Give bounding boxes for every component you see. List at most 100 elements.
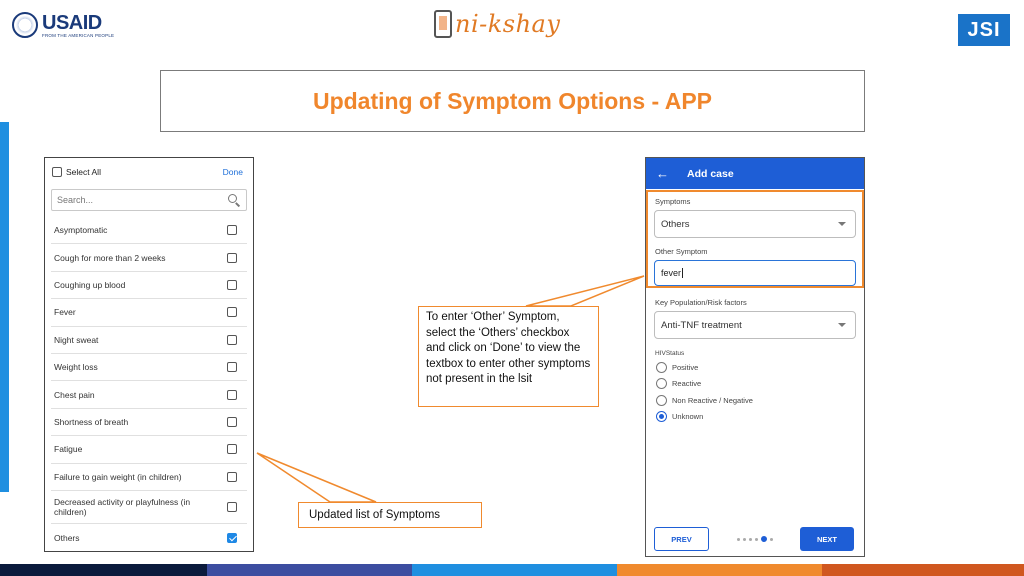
symptom-checkbox[interactable] [227, 307, 237, 318]
prev-button[interactable]: PREV [654, 527, 709, 551]
symptom-list-item[interactable]: Fever [51, 299, 247, 327]
symptom-checkbox[interactable] [227, 279, 237, 290]
slide-title: Updating of Symptom Options - APP [312, 87, 713, 114]
key-population-select-value: Anti-TNF treatment [661, 319, 742, 331]
symptom-label: Fatigue [54, 444, 83, 455]
usaid-tagline: FROM THE AMERICAN PEOPLE [42, 32, 115, 38]
other-symptom-label: Other Symptom [655, 247, 708, 256]
symptom-list-item[interactable]: Failure to gain weight (in children) [51, 464, 247, 491]
text-cursor [682, 268, 684, 278]
app-bar: ← Add case [646, 158, 864, 189]
other-symptom-value: fever [661, 268, 682, 278]
select-all-label: Select All [66, 167, 101, 177]
jsi-wordmark: JSI [967, 18, 1001, 41]
hiv-status-option[interactable]: Positive [656, 359, 864, 376]
step-dot-active [760, 536, 767, 542]
symptom-checkbox[interactable] [227, 416, 237, 427]
footer-band-segment [207, 564, 412, 576]
symptom-checkbox[interactable] [227, 252, 237, 263]
symptom-list-item[interactable]: Cough for more than 2 weeks [51, 244, 247, 272]
add-case-screen: ← Add case Symptoms Others Other Symptom… [645, 157, 865, 557]
symptom-label: Weight loss [54, 362, 98, 373]
usaid-logo: USAID FROM THE AMERICAN PEOPLE [12, 12, 114, 38]
symptom-list-item[interactable]: Chest pain [51, 381, 247, 409]
step-dot [748, 537, 752, 541]
step-dot [736, 537, 740, 541]
other-symptom-pointer [525, 275, 645, 307]
hiv-status-label: HIVStatus [655, 350, 685, 357]
footer-band-segment [412, 564, 617, 576]
select-all-checkbox[interactable] [52, 167, 62, 177]
step-indicator [736, 536, 773, 542]
symptom-list-item[interactable]: Decreased activity or playfulness (in ch… [51, 491, 247, 524]
symptom-label: Chest pain [54, 389, 95, 400]
other-symptom-input[interactable]: fever [654, 260, 856, 286]
radio-button[interactable] [656, 378, 667, 390]
symptom-checkbox[interactable] [227, 471, 237, 482]
symptom-list-item[interactable]: Asymptomatic [51, 217, 247, 245]
symptom-list-item[interactable]: Coughing up blood [51, 272, 247, 300]
symptom-checkbox[interactable] [227, 225, 237, 236]
symptoms-label: Symptoms [655, 197, 691, 206]
symptoms-select[interactable]: Others [654, 210, 856, 238]
dropdown-caret-icon [838, 323, 846, 327]
hiv-status-option[interactable]: Non Reactive / Negative [656, 392, 864, 409]
usaid-wordmark: USAID [42, 11, 102, 34]
jsi-logo: JSI [958, 14, 1010, 46]
symptoms-select-value: Others [661, 218, 690, 230]
key-population-label: Key Population/Risk factors [655, 298, 747, 307]
symptom-list-item[interactable]: Weight loss [51, 354, 247, 382]
updated-list-callout: Updated list of Symptoms [298, 502, 482, 528]
symptom-checkbox[interactable] [227, 444, 237, 455]
search-placeholder: Search... [57, 195, 94, 205]
symptom-label: Asymptomatic [54, 225, 108, 236]
step-dot [769, 537, 773, 541]
done-button[interactable]: Done [223, 167, 243, 177]
usaid-seal-icon [12, 12, 38, 38]
nikshay-wordmark: ni-kshay [455, 10, 561, 38]
footer-band-segment [0, 564, 207, 576]
symptom-label: Failure to gain weight (in children) [54, 471, 182, 482]
step-dot [742, 537, 746, 541]
nikshay-logo: ni-kshay [434, 10, 560, 38]
back-arrow-icon[interactable]: ← [656, 167, 669, 180]
symptom-checkbox[interactable] [227, 362, 237, 373]
phone-icon [434, 10, 452, 38]
left-accent-bar [0, 122, 9, 492]
radio-button[interactable] [656, 394, 667, 406]
search-icon[interactable] [228, 194, 240, 206]
symptom-list-header: Select All Done [45, 158, 253, 186]
hiv-status-option-label: Reactive [672, 379, 702, 389]
footer-band-segment [822, 564, 1024, 576]
radio-button[interactable] [656, 361, 667, 373]
symptom-checkbox[interactable] [227, 532, 237, 543]
symptom-label: Shortness of breath [54, 416, 129, 427]
dropdown-caret-icon [838, 222, 846, 226]
symptom-label: Decreased activity or playfulness (in ch… [54, 496, 191, 517]
hiv-status-option-label: Unknown [672, 412, 704, 422]
symptom-list: Asymptomatic Cough for more than 2 weeks C… [45, 217, 253, 551]
other-symptom-callout: To enter ‘Other’ Symptom, select the ‘Ot… [418, 306, 599, 407]
symptom-list-item[interactable]: Shortness of breath [51, 409, 247, 437]
radio-button[interactable] [656, 411, 667, 423]
symptom-label: Cough for more than 2 weeks [54, 252, 166, 263]
slide-title-box: Updating of Symptom Options - APP [160, 70, 865, 132]
hiv-status-radio-group: Positive Reactive Non Reactive / Negative U… [646, 359, 864, 425]
step-dot [754, 537, 758, 541]
symptom-label: Coughing up blood [54, 279, 126, 290]
symptom-checkbox[interactable] [227, 501, 237, 512]
footer-band-segment [617, 564, 822, 576]
key-population-select[interactable]: Anti-TNF treatment [654, 311, 856, 339]
symptom-list-item[interactable]: Fatigue [51, 436, 247, 464]
symptom-list-item[interactable]: Others [51, 524, 247, 551]
app-bar-title: Add case [687, 167, 734, 180]
hiv-status-option[interactable]: Unknown [656, 409, 864, 426]
symptom-list-item[interactable]: Night sweat [51, 327, 247, 354]
hiv-status-option[interactable]: Reactive [656, 376, 864, 393]
symptom-checkbox[interactable] [227, 389, 237, 400]
symptom-label: Night sweat [54, 334, 99, 345]
next-button[interactable]: NEXT [800, 527, 854, 551]
symptom-checkbox[interactable] [227, 334, 237, 345]
symptom-search-input[interactable]: Search... [51, 189, 247, 211]
select-all-option[interactable]: Select All [52, 167, 101, 177]
